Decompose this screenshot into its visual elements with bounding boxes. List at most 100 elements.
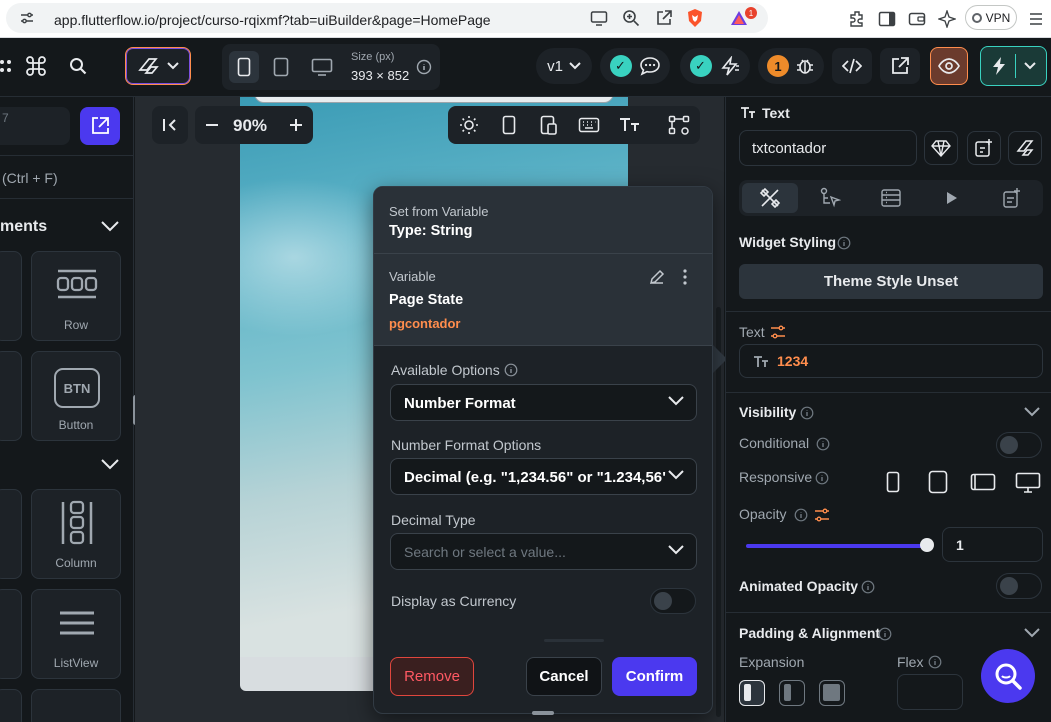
info-icon[interactable]: [816, 437, 830, 451]
brave-shield-icon[interactable]: [684, 7, 706, 29]
variable-settings-icon[interactable]: [770, 325, 786, 339]
widget-tile-listview[interactable]: ListView: [31, 589, 121, 679]
leo-ai-icon[interactable]: [936, 8, 958, 30]
widget-label: ListView: [53, 656, 99, 670]
info-icon[interactable]: [928, 655, 942, 669]
wallet-icon[interactable]: [906, 8, 928, 30]
sidebar-icon[interactable]: [876, 8, 898, 30]
widget-tree-icon[interactable]: [664, 110, 694, 140]
toolbar-grid-icon[interactable]: [0, 50, 18, 82]
add-widget-button[interactable]: [80, 107, 120, 145]
widget-tile-next[interactable]: [31, 689, 121, 722]
remove-button[interactable]: Remove: [390, 657, 474, 696]
info-icon[interactable]: [794, 508, 808, 522]
open-external-button[interactable]: [880, 48, 920, 84]
expansion-expanded-button[interactable]: [819, 680, 845, 706]
vpn-label: VPN: [985, 10, 1011, 25]
responsive-tablet-landscape-icon[interactable]: [970, 473, 996, 491]
widget-tile-partial[interactable]: [0, 351, 22, 441]
responsive-tablet-icon[interactable]: [928, 470, 948, 494]
conditional-toggle[interactable]: [996, 432, 1042, 458]
variable-settings-icon[interactable]: [814, 508, 830, 522]
chevron-down-icon[interactable]: [1024, 628, 1040, 638]
run-button[interactable]: [980, 46, 1047, 86]
column-icon: [61, 500, 93, 545]
comments-status-pill[interactable]: ✓: [600, 48, 670, 84]
section-collapse-chevron-icon[interactable]: [100, 458, 120, 470]
widget-name-field[interactable]: txtcontador: [739, 130, 917, 166]
opacity-slider-handle[interactable]: [920, 538, 934, 552]
confirm-button[interactable]: Confirm: [612, 657, 697, 696]
drag-handle-bottom[interactable]: [532, 711, 554, 715]
help-search-button[interactable]: [981, 649, 1035, 703]
zoom-icon[interactable]: [620, 7, 642, 29]
version-selector[interactable]: v1: [536, 48, 592, 84]
flutterflow-icon[interactable]: [1008, 131, 1042, 165]
expansion-flexible-button[interactable]: [779, 680, 805, 706]
chevron-down-icon[interactable]: [1024, 407, 1040, 417]
info-icon[interactable]: [800, 406, 814, 420]
safe-area-icon[interactable]: [534, 110, 564, 140]
available-options-dropdown[interactable]: Number Format: [390, 384, 697, 421]
more-vert-icon[interactable]: [682, 268, 688, 286]
zoom-out-button[interactable]: [201, 110, 223, 140]
info-icon[interactable]: [504, 363, 518, 377]
info-icon[interactable]: [878, 627, 892, 641]
info-icon[interactable]: [837, 236, 851, 250]
widget-tile-partial[interactable]: [0, 251, 22, 341]
device-desktop-button[interactable]: [306, 51, 338, 83]
animated-opacity-toggle[interactable]: [996, 573, 1042, 599]
section-collapse-chevron-icon[interactable]: [100, 220, 120, 232]
responsive-desktop-icon[interactable]: [1015, 472, 1041, 494]
share-icon[interactable]: [653, 7, 675, 29]
text-value-field[interactable]: 1234: [739, 344, 1043, 378]
flex-input[interactable]: [897, 674, 963, 710]
cancel-button[interactable]: Cancel: [526, 657, 602, 696]
theme-style-button[interactable]: Theme Style Unset: [739, 264, 1043, 299]
panel-search-tab[interactable]: 7: [0, 107, 70, 145]
flutterflow-menu-button[interactable]: [125, 47, 191, 85]
vpn-button[interactable]: VPN: [965, 5, 1017, 30]
device-phone-button[interactable]: [229, 51, 259, 83]
widget-tile-row[interactable]: Row: [31, 251, 121, 341]
menu-icon[interactable]: [1025, 8, 1047, 30]
collapse-panel-button[interactable]: [152, 106, 188, 144]
opacity-slider-track[interactable]: [746, 544, 927, 548]
install-app-icon[interactable]: [588, 7, 610, 29]
opacity-input[interactable]: 1: [942, 527, 1043, 562]
number-format-dropdown[interactable]: Decimal (e.g. "1,234.56" or "1.234,56"): [390, 458, 697, 495]
site-settings-icon[interactable]: [16, 7, 38, 29]
command-palette-icon[interactable]: [20, 50, 52, 82]
decimal-type-dropdown[interactable]: Search or select a value...: [390, 533, 697, 570]
edit-icon[interactable]: [648, 268, 666, 286]
url-text[interactable]: app.flutterflow.io/project/curso-rqixmf?…: [54, 12, 491, 28]
widget-tile-column[interactable]: Column: [31, 489, 121, 579]
info-icon[interactable]: [414, 57, 434, 77]
info-icon[interactable]: [815, 471, 829, 485]
widget-search-field[interactable]: (Ctrl + F): [0, 155, 134, 199]
search-icon[interactable]: [62, 50, 94, 82]
light-mode-icon[interactable]: [454, 110, 484, 140]
expansion-default-button[interactable]: [739, 680, 765, 706]
add-component-icon[interactable]: [967, 131, 1001, 165]
issues-pill[interactable]: 1: [758, 48, 824, 84]
widget-tile-partial[interactable]: [0, 689, 22, 722]
zoom-in-button[interactable]: [285, 110, 307, 140]
phone-frame-icon[interactable]: [494, 110, 524, 140]
code-view-button[interactable]: [832, 48, 872, 84]
keyboard-icon[interactable]: [574, 110, 604, 140]
widget-tile-partial[interactable]: [0, 589, 22, 679]
premium-icon[interactable]: [924, 131, 958, 165]
widget-tile-button[interactable]: BTN Button: [31, 351, 121, 441]
extensions-icon[interactable]: [846, 8, 868, 30]
preview-button[interactable]: [930, 47, 968, 85]
build-status-pill[interactable]: ✓: [680, 48, 750, 84]
responsive-phone-icon[interactable]: [886, 471, 900, 493]
address-bar[interactable]: app.flutterflow.io/project/curso-rqixmf?…: [6, 3, 768, 33]
currency-toggle[interactable]: [650, 588, 696, 614]
widget-tile-partial[interactable]: [0, 489, 22, 579]
variable-section[interactable]: Variable Page State pgcontador: [374, 254, 712, 346]
device-tablet-button[interactable]: [266, 51, 296, 83]
text-scale-icon[interactable]: [614, 110, 644, 140]
info-icon[interactable]: [861, 580, 875, 594]
